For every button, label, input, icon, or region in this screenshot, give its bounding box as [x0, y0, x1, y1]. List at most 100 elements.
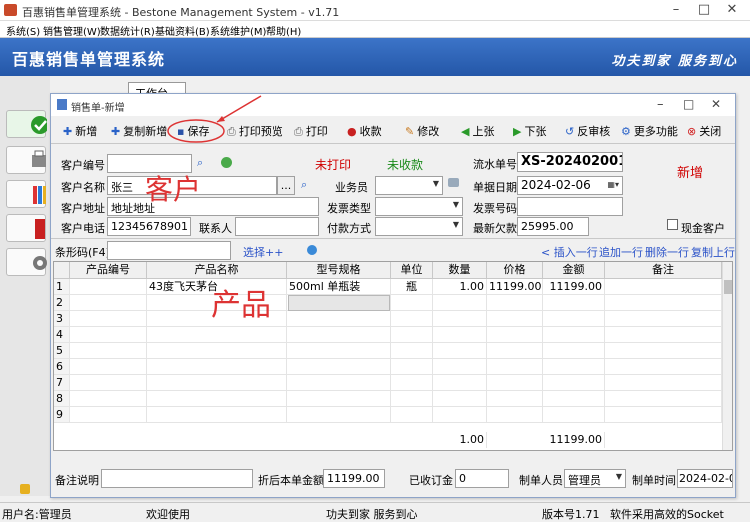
close-icon[interactable]: ✕: [723, 2, 741, 18]
prev-button[interactable]: ◀ 上张: [461, 123, 494, 139]
child-close-icon[interactable]: ✕: [711, 97, 721, 111]
cell-note[interactable]: [605, 359, 722, 375]
cell-spec[interactable]: 500ml 单瓶装: [287, 279, 391, 295]
child-minimize-icon[interactable]: –: [657, 97, 664, 112]
cell-code[interactable]: [70, 327, 147, 343]
col-header[interactable]: 价格: [487, 262, 543, 279]
copy-new-button[interactable]: ✚ 复制新增: [111, 123, 167, 139]
address-input[interactable]: 地址地址: [107, 197, 319, 216]
child-maximize-icon[interactable]: □: [683, 97, 694, 111]
cell-code[interactable]: [70, 311, 147, 327]
cell-code[interactable]: [70, 279, 147, 295]
barcode-input[interactable]: [107, 241, 231, 260]
payment-select[interactable]: ▼: [375, 217, 463, 236]
cell-unit[interactable]: [391, 359, 433, 375]
active-cell-editor[interactable]: [288, 295, 390, 311]
note-input[interactable]: [101, 469, 253, 488]
new-button[interactable]: ✚ 新增: [63, 123, 97, 139]
customer-search-icon[interactable]: ⌕: [301, 178, 307, 192]
contact-input[interactable]: [235, 217, 319, 236]
cell-amount[interactable]: [543, 295, 605, 311]
unaudit-button[interactable]: ↺ 反审核: [565, 123, 610, 139]
close-button[interactable]: ⊗ 关闭: [687, 123, 721, 139]
cell-price[interactable]: [487, 327, 543, 343]
cell-note[interactable]: [605, 407, 722, 423]
col-header[interactable]: 单位: [391, 262, 433, 279]
more-button[interactable]: ⚙ 更多功能: [621, 123, 678, 139]
cell-unit[interactable]: [391, 311, 433, 327]
cell-unit[interactable]: [391, 295, 433, 311]
scrollbar-thumb[interactable]: [724, 280, 732, 294]
cell-unit[interactable]: [391, 327, 433, 343]
cell-note[interactable]: [605, 391, 722, 407]
cell-code[interactable]: [70, 375, 147, 391]
cell-amount[interactable]: [543, 407, 605, 423]
cell-note[interactable]: [605, 311, 722, 327]
cell-price[interactable]: [487, 407, 543, 423]
calendar-icon[interactable]: ▦▾: [607, 180, 619, 189]
cell-spec[interactable]: [287, 391, 391, 407]
cell-qty[interactable]: [433, 407, 487, 423]
nav-printer-icon[interactable]: [6, 146, 46, 174]
col-header[interactable]: 产品编号: [70, 262, 147, 279]
cell-amount[interactable]: [543, 327, 605, 343]
cell-price[interactable]: [487, 343, 543, 359]
cell-price[interactable]: [487, 391, 543, 407]
cell-unit[interactable]: 瓶: [391, 279, 433, 295]
make-time-input[interactable]: 2024-02-06: [677, 469, 733, 488]
menu-basic[interactable]: 基础资料(B): [155, 23, 210, 38]
date-input[interactable]: 2024-02-06 ▦▾: [517, 176, 623, 195]
copy-row-link[interactable]: 复制上行: [691, 244, 735, 260]
next-button[interactable]: ▶ 下张: [513, 123, 546, 139]
deposit-input[interactable]: 0: [455, 469, 509, 488]
menu-stats[interactable]: 数据统计(R): [100, 23, 155, 38]
maker-select[interactable]: 管理员 ▼: [564, 469, 626, 488]
cell-name[interactable]: [147, 359, 287, 375]
col-header[interactable]: 型号规格: [287, 262, 391, 279]
col-header[interactable]: 数量: [433, 262, 487, 279]
menu-maintenance[interactable]: 系统维护(M): [210, 23, 266, 38]
cell-amount[interactable]: [543, 359, 605, 375]
cell-note[interactable]: [605, 295, 722, 311]
cell-amount[interactable]: [543, 311, 605, 327]
maximize-icon[interactable]: □: [695, 2, 713, 18]
cell-qty[interactable]: [433, 295, 487, 311]
cell-unit[interactable]: [391, 343, 433, 359]
cell-code[interactable]: [70, 407, 147, 423]
cell-spec[interactable]: [287, 375, 391, 391]
invoice-no-input[interactable]: [517, 197, 623, 216]
cell-name[interactable]: [147, 407, 287, 423]
cell-note[interactable]: [605, 279, 722, 295]
cell-name[interactable]: [147, 391, 287, 407]
cell-qty[interactable]: [433, 343, 487, 359]
cell-note[interactable]: [605, 327, 722, 343]
cell-code[interactable]: [70, 295, 147, 311]
nav-books-icon[interactable]: [6, 180, 46, 208]
salesman-icon[interactable]: [448, 178, 459, 187]
cell-name[interactable]: [147, 327, 287, 343]
cell-amount[interactable]: [543, 391, 605, 407]
print-button[interactable]: ⎙ 打印: [294, 123, 328, 139]
cell-amount[interactable]: [543, 343, 605, 359]
cell-code[interactable]: [70, 343, 147, 359]
cash-customer-checkbox[interactable]: [667, 219, 678, 230]
refresh-icon[interactable]: [221, 157, 232, 168]
modify-button[interactable]: ✎ 修改: [405, 123, 439, 139]
nav-check-icon[interactable]: [6, 110, 49, 138]
cell-name[interactable]: [147, 343, 287, 359]
cell-code[interactable]: [70, 359, 147, 375]
cell-price[interactable]: [487, 359, 543, 375]
cell-code[interactable]: [70, 391, 147, 407]
cell-qty[interactable]: [433, 391, 487, 407]
col-header[interactable]: 备注: [605, 262, 722, 279]
select-link[interactable]: 选择++: [243, 244, 283, 260]
phone-input[interactable]: 12345678901: [107, 217, 191, 236]
cell-qty[interactable]: [433, 327, 487, 343]
cell-qty[interactable]: 1.00: [433, 279, 487, 295]
customer-picker-button[interactable]: ...: [277, 176, 295, 195]
grid-scrollbar[interactable]: [722, 262, 732, 450]
col-header[interactable]: 产品名称: [147, 262, 287, 279]
serial-input[interactable]: XS-202402001: [517, 152, 623, 172]
menu-sales[interactable]: 销售管理(W): [43, 23, 101, 38]
cell-spec[interactable]: [287, 407, 391, 423]
